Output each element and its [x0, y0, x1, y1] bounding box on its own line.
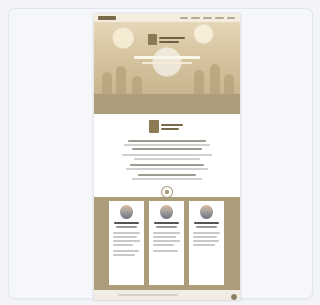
content-logo — [149, 120, 185, 134]
team-member-bio-line — [193, 236, 217, 238]
nav-link[interactable] — [180, 17, 188, 19]
intro-text-line — [128, 140, 206, 142]
intro-text-line — [124, 144, 210, 146]
logo-wordmark — [161, 124, 183, 126]
intro-text-line — [138, 174, 196, 176]
team-member-bio-line — [153, 240, 180, 242]
team-member-bio-line — [113, 250, 139, 252]
logo-wordmark — [159, 41, 179, 43]
nav-logo[interactable] — [98, 16, 116, 20]
hero-section — [94, 14, 240, 94]
accent-band — [94, 94, 240, 114]
intro-text-line — [122, 154, 212, 156]
top-navigation — [94, 14, 240, 22]
hero-crowd-silhouette — [210, 64, 220, 94]
intro-text-line — [132, 178, 202, 180]
logo-wordmark — [159, 37, 185, 39]
hero-crowd-silhouette — [116, 66, 126, 94]
team-member-bio-line — [113, 244, 133, 246]
hero-crowd-silhouette — [102, 72, 112, 94]
nav-link[interactable] — [215, 17, 224, 19]
avatar — [200, 205, 213, 219]
team-member-name — [194, 222, 219, 224]
team-member-name — [154, 222, 179, 224]
logo-emblem-icon — [148, 34, 157, 45]
website-preview[interactable] — [94, 14, 240, 300]
team-member-bio-line — [153, 232, 180, 234]
team-member-role — [156, 226, 177, 228]
intro-text-line — [130, 164, 204, 166]
team-member-bio-line — [193, 232, 220, 234]
team-member-bio-line — [193, 240, 219, 242]
hero-crowd-silhouette — [224, 74, 234, 94]
nav-link[interactable] — [203, 17, 212, 19]
team-member-bio-line — [153, 244, 174, 246]
team-member-name — [114, 222, 139, 224]
team-member-bio-line — [113, 254, 135, 256]
section-divider-icon — [161, 186, 173, 198]
team-member-bio-line — [153, 236, 176, 238]
nav-link[interactable] — [227, 17, 235, 19]
intro-text-line — [132, 148, 202, 150]
team-member-bio-line — [113, 240, 140, 242]
team-member-bio-line — [113, 232, 140, 234]
team-member-role — [196, 226, 217, 228]
intro-text-line — [126, 168, 208, 170]
team-member-bio-line — [113, 236, 137, 238]
logo-emblem-icon — [149, 120, 159, 133]
footer-text-line — [118, 294, 178, 296]
hero-subtagline — [142, 62, 192, 64]
scroll-to-top-icon[interactable] — [231, 294, 237, 300]
team-member-card[interactable] — [149, 201, 184, 285]
intro-text-line — [134, 158, 200, 160]
team-member-role — [116, 226, 137, 228]
hero-logo[interactable] — [148, 34, 186, 46]
avatar — [160, 205, 173, 219]
footer — [94, 290, 240, 300]
team-member-bio-line — [153, 250, 178, 252]
hero-tagline — [134, 56, 200, 59]
team-member-card[interactable] — [109, 201, 144, 285]
nav-link[interactable] — [191, 17, 200, 19]
team-member-bio-line — [193, 244, 215, 246]
hero-crowd-silhouette — [132, 76, 142, 94]
logo-wordmark — [161, 128, 179, 130]
hero-crowd-silhouette — [194, 70, 204, 94]
avatar — [120, 205, 133, 219]
team-member-card[interactable] — [189, 201, 224, 285]
